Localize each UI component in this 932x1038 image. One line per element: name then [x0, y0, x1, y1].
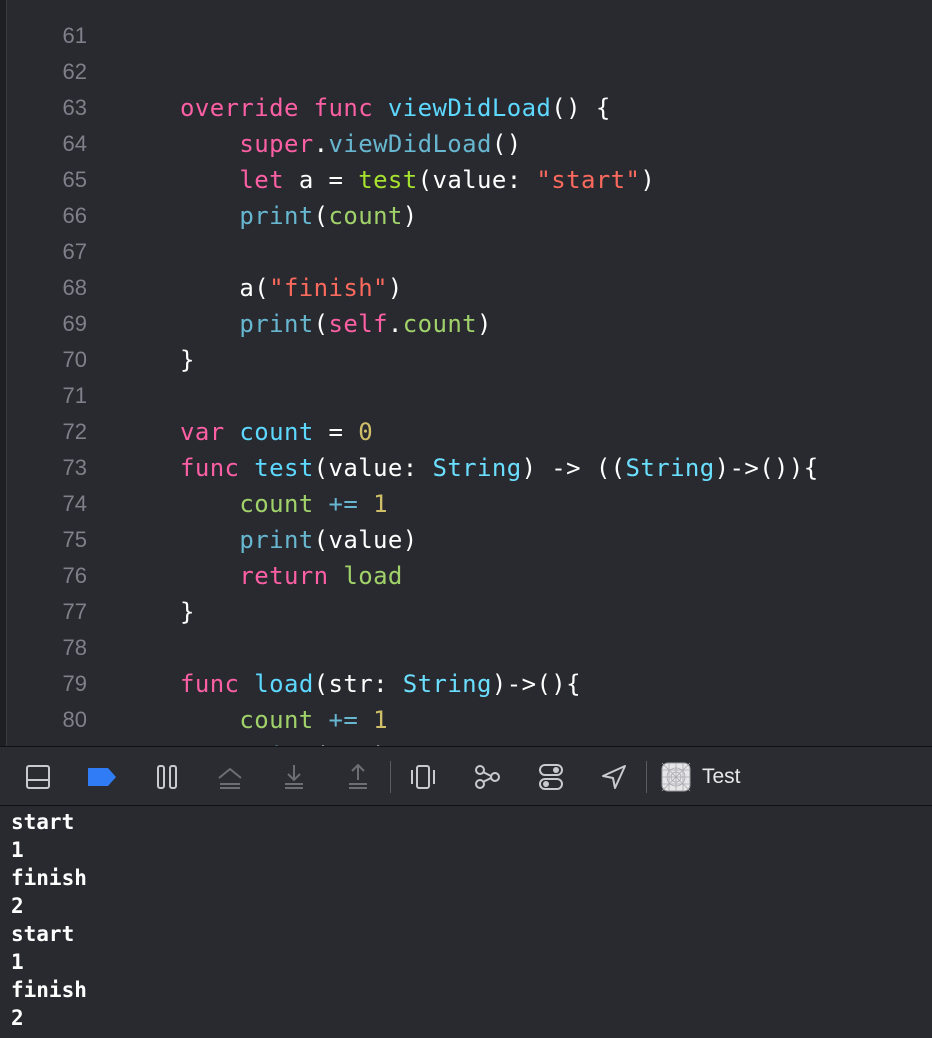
code-text[interactable]: print(str) [180, 738, 388, 746]
code-line: 62 override func viewDidLoad() { [7, 18, 611, 122]
code-text[interactable]: return load [180, 558, 403, 594]
code-line: 78 func load(str: String)->(){ [7, 594, 581, 698]
xcode-window: 61 62 override func viewDidLoad() { 63 s… [0, 0, 932, 1038]
code-text[interactable]: } [180, 594, 195, 630]
console-line: 1 [11, 838, 24, 862]
debug-toolbar: Test [0, 746, 932, 806]
console-line: finish [11, 978, 87, 1002]
code-text[interactable]: super.viewDidLoad() [180, 126, 522, 162]
code-line: 76 } [7, 522, 195, 626]
code-text[interactable]: } [180, 342, 195, 378]
step-out-icon[interactable] [342, 761, 374, 793]
code-line: 72 func test(value: String) -> ((String)… [7, 378, 819, 482]
environment-overrides-icon[interactable] [535, 761, 567, 793]
console-line: finish [11, 866, 87, 890]
code-line: 63 super.viewDidLoad() [7, 54, 522, 158]
code-text[interactable]: count += 1 [180, 702, 388, 738]
code-line: 67 a("finish") [7, 198, 403, 302]
console-line: 2 [11, 1006, 24, 1030]
code-line: 68 print(self.count) [7, 234, 492, 338]
code-text[interactable]: override func viewDidLoad() { [180, 90, 611, 126]
code-editor[interactable]: 61 62 override func viewDidLoad() { 63 s… [7, 0, 932, 746]
line-number: 81 [7, 738, 87, 746]
code-line: 80 print(str) [7, 666, 388, 746]
code-line: 64 let a = test(value: "start") [7, 90, 655, 194]
code-line: 74 print(value) [7, 450, 418, 554]
simulate-location-icon[interactable] [598, 761, 630, 793]
toolbar-separator [646, 761, 647, 793]
hide-debug-area-icon[interactable] [22, 761, 54, 793]
code-line: 65 print(count) [7, 126, 418, 230]
console-line: 2 [11, 894, 24, 918]
code-text[interactable]: let a = test(value: "start") [180, 162, 655, 198]
code-line: 71 var count = 0 [7, 342, 373, 446]
code-line: 66 [7, 162, 94, 228]
breakpoints-toggle-icon[interactable] [86, 761, 118, 793]
code-line: 79 count += 1 [7, 630, 388, 734]
console-line: start [11, 810, 75, 834]
editor-gutter-edge [0, 0, 7, 746]
code-line: 73 count += 1 [7, 414, 388, 518]
code-text[interactable]: count += 1 [180, 486, 388, 522]
console-line: start [11, 922, 75, 946]
code-text[interactable]: var count = 0 [180, 414, 373, 450]
step-into-icon[interactable] [278, 761, 310, 793]
code-line: 70 [7, 306, 94, 372]
memory-graph-icon[interactable] [471, 761, 503, 793]
target-name[interactable]: Test [702, 761, 741, 793]
code-line: 75 return load [7, 486, 403, 590]
code-text[interactable]: func load(str: String)->(){ [180, 666, 581, 702]
code-line: 61 [7, 0, 94, 48]
pause-icon[interactable] [151, 761, 183, 793]
code-line: 81 } [7, 702, 94, 746]
step-over-icon[interactable] [214, 761, 246, 793]
toolbar-separator [390, 761, 391, 793]
code-text[interactable]: print(count) [180, 198, 418, 234]
code-line: 77 [7, 558, 94, 624]
view-hierarchy-icon[interactable] [407, 761, 439, 793]
code-text[interactable]: print(value) [180, 522, 418, 558]
code-line: 69 } [7, 270, 195, 374]
app-target-icon[interactable] [660, 761, 692, 793]
code-text[interactable]: func test(value: String) -> ((String)->(… [180, 450, 819, 486]
code-text[interactable]: print(self.count) [180, 306, 492, 342]
code-text[interactable]: a("finish") [180, 270, 403, 306]
debug-console[interactable]: start 1 finish 2 start 1 finish 2 [0, 806, 932, 1038]
console-line: 1 [11, 950, 24, 974]
